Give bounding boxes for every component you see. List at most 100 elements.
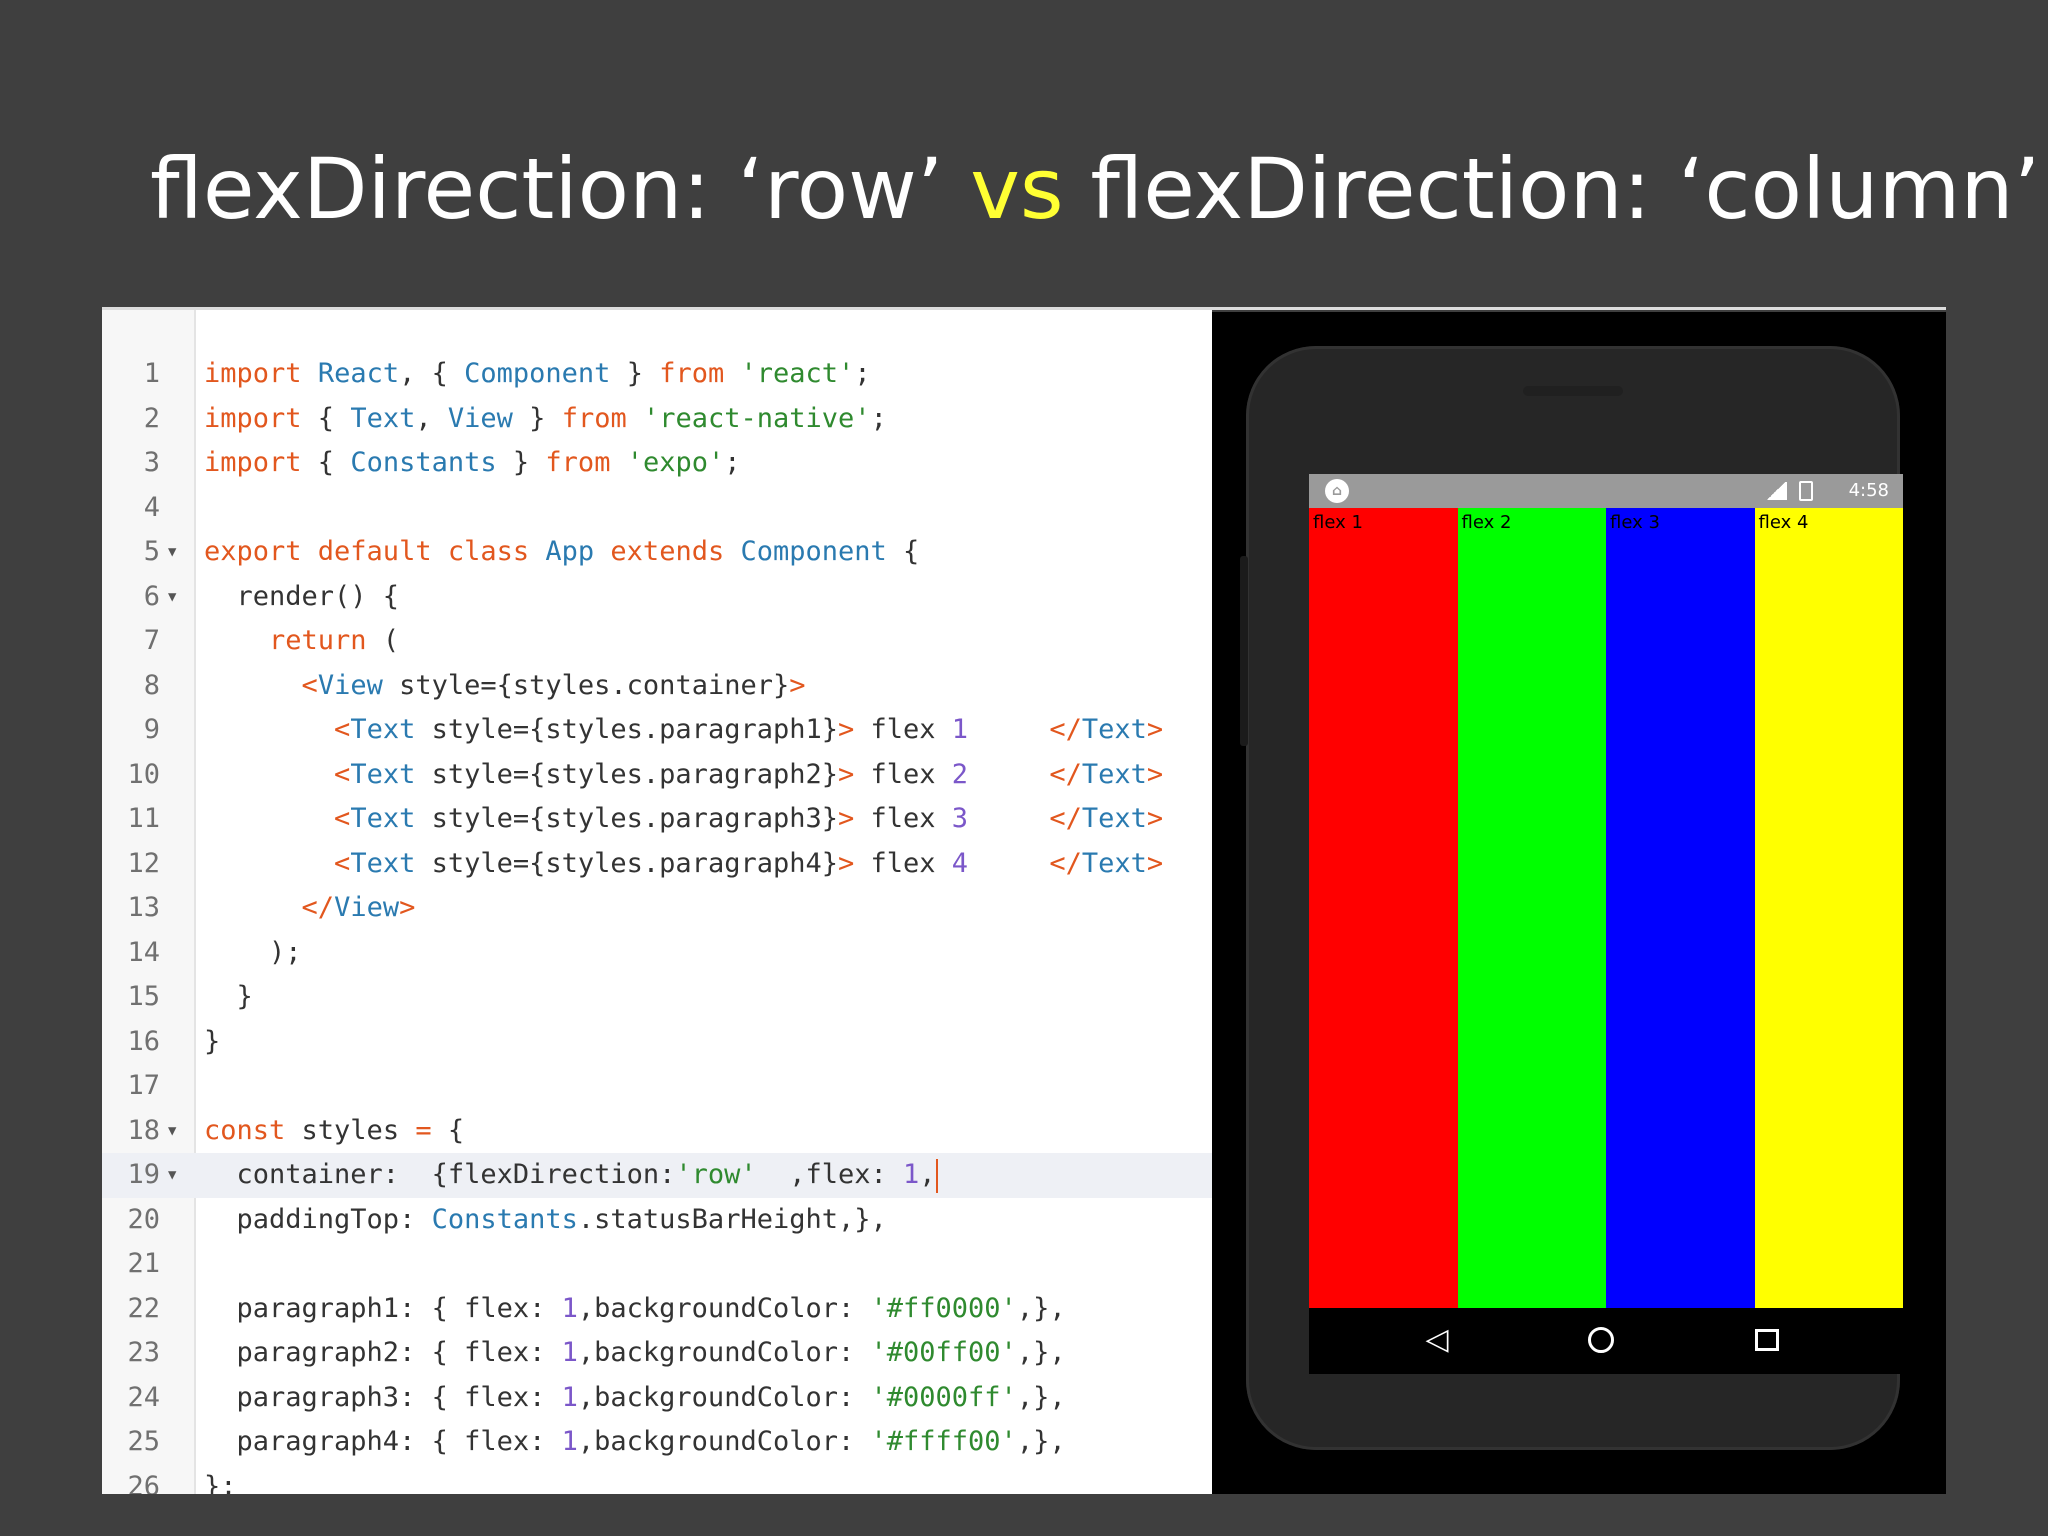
code-text: paragraph2: { flex: 1,backgroundColor: '… <box>204 1331 1066 1376</box>
code-token: flex <box>854 803 952 834</box>
line-number: 10 <box>127 758 160 790</box>
code-text: <Text style={styles.paragraph2}> flex 2 … <box>204 753 1163 798</box>
app-icon: ⌂ <box>1325 479 1349 503</box>
code-token: Component <box>740 536 887 567</box>
code-token: ,backgroundColor: <box>577 1337 871 1368</box>
line-number: 6 <box>143 580 160 612</box>
code-token: Text <box>1081 803 1147 834</box>
line-number: 1 <box>143 358 160 389</box>
code-line[interactable]: 14 ); <box>102 931 1212 976</box>
line-number: 2 <box>143 402 160 434</box>
code-line[interactable]: 11 <Text style={styles.paragraph3}> flex… <box>102 797 1212 842</box>
code-token: </ <box>1049 803 1082 834</box>
code-editor[interactable]: 1 import React, { Component } from 'react… <box>102 310 1212 1494</box>
code-line[interactable]: 15 } <box>102 975 1212 1020</box>
code-line[interactable]: 23 paragraph2: { flex: 1,backgroundColor… <box>102 1331 1212 1376</box>
code-line[interactable]: 12 <Text style={styles.paragraph4}> flex… <box>102 842 1212 887</box>
code-line[interactable]: 9 <Text style={styles.paragraph1}> flex … <box>102 708 1212 753</box>
code-text: <View style={styles.container}> <box>204 664 806 709</box>
code-token: 'react-native' <box>642 402 871 434</box>
code-token: import <box>204 447 302 478</box>
code-lines: 1 import React, { Component } from 'react… <box>102 352 1212 1494</box>
code-line[interactable]: 13 </View> <box>102 886 1212 931</box>
code-line[interactable]: 26}; <box>102 1465 1212 1495</box>
code-text: import { Constants } from 'expo'; <box>204 441 741 486</box>
code-token: > <box>837 758 855 790</box>
code-token: import <box>204 402 302 434</box>
code-line[interactable]: 22 paragraph1: { flex: 1,backgroundColor… <box>102 1287 1212 1332</box>
code-token: ( <box>366 625 400 656</box>
code-token: flex <box>854 758 952 790</box>
phone-speaker <box>1523 386 1623 396</box>
code-text: paragraph1: { flex: 1,backgroundColor: '… <box>204 1287 1066 1332</box>
code-token: '#ff0000' <box>870 1292 1017 1324</box>
code-line[interactable]: 17 <box>102 1064 1212 1109</box>
line-number: 25 <box>127 1426 160 1457</box>
slide-title: flexDirection: ‘row’ vs flexDirection: ‘… <box>150 140 2040 238</box>
code-token: 'react' <box>740 358 855 389</box>
back-icon[interactable]: ◁ <box>1417 1320 1457 1360</box>
code-token: < <box>301 669 318 701</box>
flex-cell-3: flex 3 <box>1606 508 1755 1308</box>
code-token: } <box>204 981 253 1012</box>
code-token: flex <box>854 714 952 745</box>
code-line[interactable]: 19 ▼ container: {flexDirection:'row' ,fle… <box>102 1153 1212 1198</box>
code-token: ,backgroundColor: <box>577 1381 871 1413</box>
code-token: < <box>334 758 351 790</box>
code-token: </ <box>1049 847 1082 879</box>
code-token: </ <box>1049 714 1082 745</box>
code-token: ; <box>724 447 741 478</box>
fold-arrow-icon[interactable]: ▼ <box>168 1153 176 1198</box>
code-token: > <box>1146 803 1164 834</box>
code-line[interactable]: 2 import { Text, View } from 'react-nativ… <box>102 397 1212 442</box>
flex-cell-4: flex 4 <box>1754 508 1903 1308</box>
title-vs: vs <box>970 140 1064 238</box>
code-token: > <box>1146 714 1164 745</box>
code-line[interactable]: 1 import React, { Component } from 'react… <box>102 352 1212 397</box>
code-line[interactable]: 6 ▼ render() { <box>102 575 1212 620</box>
code-line[interactable]: 16} <box>102 1020 1212 1065</box>
code-token: from <box>659 358 725 389</box>
code-token: ,flex: <box>756 1159 903 1190</box>
code-line[interactable]: 20 paddingTop: Constants.statusBarHeight… <box>102 1198 1212 1243</box>
code-line[interactable]: 4 <box>102 486 1212 531</box>
code-line[interactable]: 8 <View style={styles.container}> <box>102 664 1212 709</box>
code-line[interactable]: 18 ▼ const styles = { <box>102 1109 1212 1154</box>
code-token: > <box>837 847 855 879</box>
phone-side-button <box>1240 556 1248 746</box>
code-token: Constants <box>350 447 497 478</box>
code-token: ; <box>854 358 871 389</box>
home-icon[interactable] <box>1581 1320 1621 1360</box>
code-line[interactable]: 24 paragraph3: { flex: 1,backgroundColor… <box>102 1376 1212 1421</box>
fold-arrow-icon[interactable]: ▼ <box>168 530 176 575</box>
code-line[interactable]: 3 import { Constants } from 'expo'; <box>102 441 1212 486</box>
code-line[interactable]: 10 <Text style={styles.paragraph2}> flex… <box>102 753 1212 798</box>
fold-arrow-icon[interactable]: ▼ <box>168 1109 176 1154</box>
code-line[interactable]: 21 <box>102 1242 1212 1287</box>
code-token: style={styles.paragraph4} <box>415 847 838 879</box>
code-line[interactable]: 25 paragraph4: { flex: 1,backgroundColor… <box>102 1420 1212 1465</box>
phone-body: ⌂ 4:58 flex 1 flex 2 flex 3 flex 4 ◁ <box>1240 346 1903 1450</box>
code-token: container: {flexDirection: <box>204 1159 676 1190</box>
code-token: import <box>204 358 302 389</box>
line-number: 19 <box>127 1159 160 1190</box>
code-token: from <box>561 402 627 434</box>
line-number: 12 <box>127 847 160 879</box>
code-token: View <box>334 892 400 923</box>
code-token: '#ffff00' <box>870 1426 1017 1457</box>
code-line[interactable]: 5 ▼ export default class App extends Compo… <box>102 530 1212 575</box>
line-number: 23 <box>127 1337 160 1368</box>
code-token: Text <box>350 803 416 834</box>
code-text: import { Text, View } from 'react-native… <box>204 397 887 442</box>
code-line[interactable]: 7 return ( <box>102 619 1212 664</box>
code-token: </ <box>301 892 335 923</box>
fold-arrow-icon[interactable]: ▼ <box>168 575 176 620</box>
code-token: } <box>610 358 660 389</box>
recent-apps-icon[interactable] <box>1747 1320 1787 1360</box>
